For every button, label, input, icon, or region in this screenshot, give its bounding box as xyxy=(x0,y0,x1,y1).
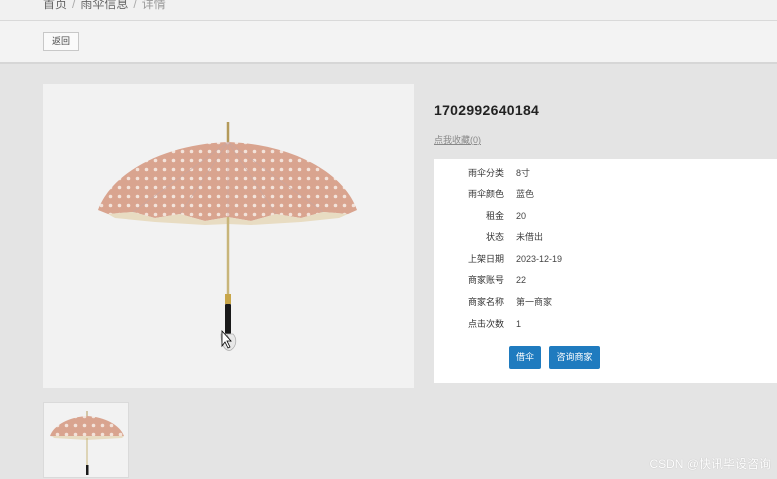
info-label: 租金 xyxy=(486,209,504,223)
action-bar: 返回 xyxy=(0,21,777,64)
info-row-color: 雨伞颜色 蓝色 xyxy=(434,187,777,201)
info-value: 蓝色 xyxy=(516,187,534,201)
info-value: 22 xyxy=(516,273,526,287)
info-label: 雨伞颜色 xyxy=(468,187,504,201)
top-bar: 首页 / 雨伞信息 / 详情 xyxy=(0,0,777,21)
info-label: 状态 xyxy=(486,230,504,244)
watermark: CSDN @快讯毕设咨询 xyxy=(649,455,771,472)
umbrella-image-icon xyxy=(43,84,414,388)
info-row-merchant-name: 商家名称 第一商家 xyxy=(434,295,777,309)
breadcrumb: 首页 / 雨伞信息 / 详情 xyxy=(43,0,166,12)
product-title: 1702992640184 xyxy=(434,102,539,118)
product-image xyxy=(43,84,414,388)
info-value: 第一商家 xyxy=(516,295,552,309)
info-value: 20 xyxy=(516,209,526,223)
borrow-button[interactable]: 借伞 xyxy=(509,346,541,369)
info-row-rent: 租金 20 xyxy=(434,209,777,223)
info-row-category: 雨伞分类 8寸 xyxy=(434,166,777,180)
info-value: 未借出 xyxy=(516,230,543,244)
info-row-clicks: 点击次数 1 xyxy=(434,317,777,331)
favorite-link[interactable]: 点我收藏(0) xyxy=(434,133,481,146)
info-label: 雨伞分类 xyxy=(468,166,504,180)
info-row-merchant-account: 商家账号 22 xyxy=(434,273,777,287)
info-label: 上架日期 xyxy=(468,252,504,266)
breadcrumb-separator: / xyxy=(133,0,136,11)
umbrella-thumbnail-icon xyxy=(44,403,130,479)
breadcrumb-section[interactable]: 雨伞信息 xyxy=(80,0,128,11)
info-label: 商家账号 xyxy=(468,273,504,287)
breadcrumb-home[interactable]: 首页 xyxy=(43,0,67,11)
info-value: 8寸 xyxy=(516,166,530,180)
breadcrumb-current: 详情 xyxy=(142,0,166,11)
info-value: 1 xyxy=(516,317,521,331)
breadcrumb-separator: / xyxy=(72,0,75,11)
back-button[interactable]: 返回 xyxy=(43,32,79,51)
product-info-panel: 雨伞分类 8寸 雨伞颜色 蓝色 租金 20 状态 未借出 上架日期 2023-1… xyxy=(434,159,777,383)
info-row-date: 上架日期 2023-12-19 xyxy=(434,252,777,266)
info-value: 2023-12-19 xyxy=(516,252,562,266)
consult-merchant-button[interactable]: 咨询商家 xyxy=(549,346,600,369)
info-label: 商家名称 xyxy=(468,295,504,309)
info-row-status: 状态 未借出 xyxy=(434,230,777,244)
info-label: 点击次数 xyxy=(468,317,504,331)
thumbnail-image[interactable] xyxy=(43,402,129,478)
